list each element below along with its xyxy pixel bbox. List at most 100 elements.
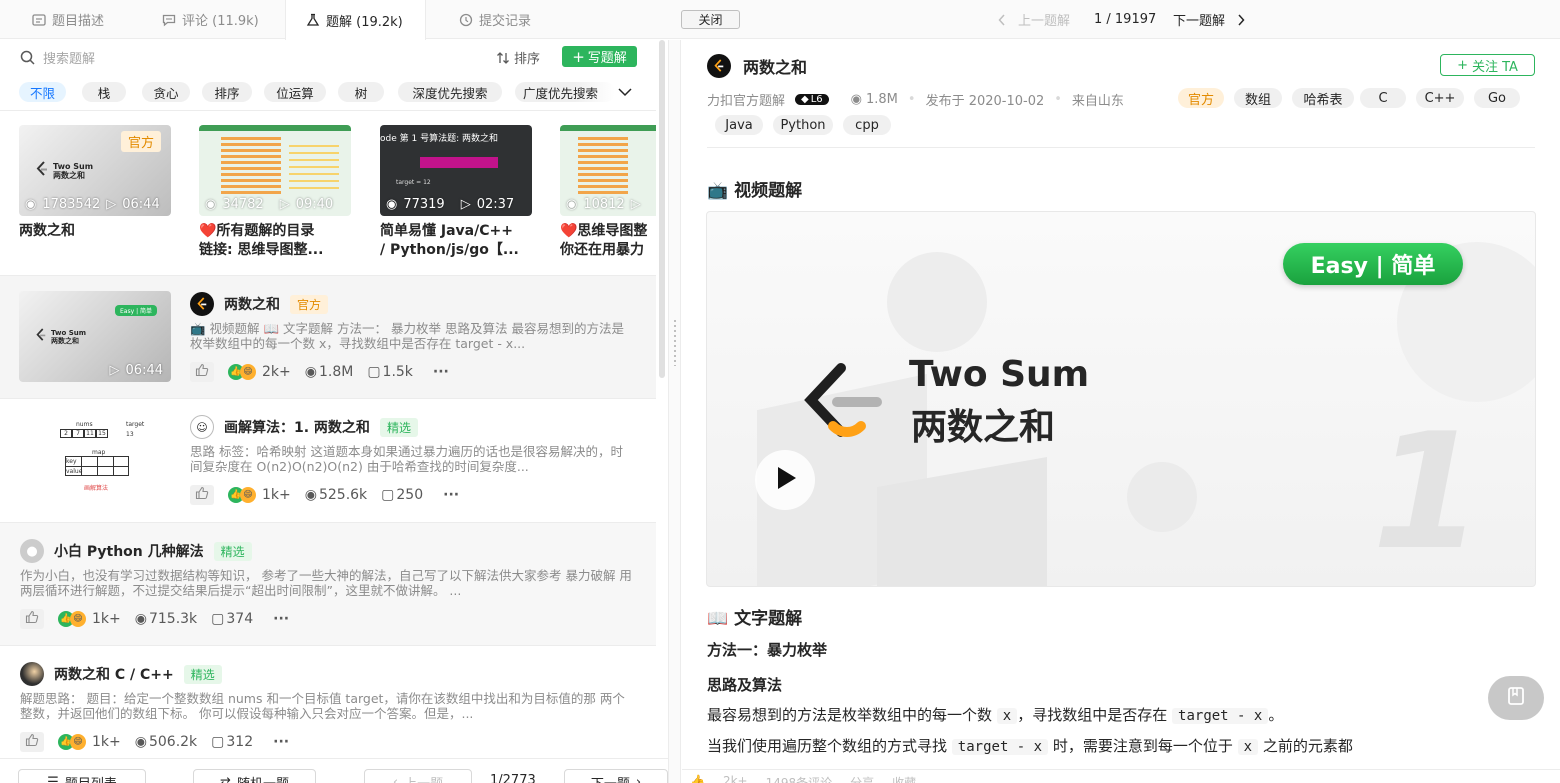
plus-icon: +	[572, 47, 585, 66]
sketch-cell: 7	[72, 429, 84, 438]
filter-chip[interactable]: 贪心	[142, 82, 190, 102]
video-meta: ◉ 77319 ▷ 02:37	[386, 197, 514, 212]
notes-button[interactable]	[1488, 676, 1544, 720]
tag-chip[interactable]: 官方	[1178, 88, 1224, 108]
video-card[interactable]: ode 第 1 号算法题: 两数之和 target = 12 ◉ 77319 ▷ 0…	[380, 125, 532, 260]
like-button[interactable]	[20, 609, 44, 629]
solution-title[interactable]: 小白 Python 几种解法	[54, 541, 204, 561]
thumb-up-icon	[25, 733, 39, 751]
follow-label: 关注 TA	[1471, 59, 1518, 75]
more-icon[interactable]: ···	[433, 364, 449, 380]
comment-count: 374	[226, 611, 254, 627]
solution-item[interactable]: nums target 2 7 11 15 13 map key value 画…	[0, 399, 656, 522]
sort-button[interactable]: 排序	[496, 48, 540, 67]
more-icon[interactable]: ···	[273, 734, 289, 750]
tag-chip[interactable]: Go	[1474, 88, 1520, 108]
filter-chip[interactable]: 广度优先搜索	[515, 82, 615, 102]
tag-chip[interactable]: C++	[1416, 88, 1464, 108]
eye-icon: ◉	[134, 734, 147, 750]
filter-chip[interactable]: 栈	[82, 82, 126, 102]
like-button[interactable]	[190, 362, 214, 382]
random-problem-button[interactable]: ⇄ 随机一题	[193, 769, 316, 783]
inline-code: x	[1237, 739, 1259, 755]
reaction-icons: 👍 😄	[58, 734, 86, 750]
search-box[interactable]: 搜索题解	[20, 48, 95, 67]
favorite-button[interactable]: 收藏	[892, 774, 916, 783]
author-name[interactable]: 力扣官方题解	[707, 90, 785, 109]
like-button[interactable]	[20, 732, 44, 752]
scrollbar-thumb[interactable]	[659, 40, 665, 378]
like-button[interactable]	[190, 485, 214, 505]
view-count: 1.8M	[318, 364, 354, 380]
filter-chip[interactable]: 树	[338, 82, 384, 102]
like-button[interactable]: 👍	[690, 774, 705, 783]
video-card[interactable]: ◉ 34782 ▷ 09:40 ❤️所有题解的目录 链接: 思维导图整...	[199, 125, 351, 260]
tag-chip[interactable]: Java	[715, 115, 763, 135]
write-solution-button[interactable]: + 写题解	[562, 46, 637, 67]
more-icon[interactable]: ···	[443, 487, 459, 503]
avatar: ☺	[190, 415, 214, 439]
video-thumbnail: ◉ 34782 ▷ 09:40	[199, 125, 351, 216]
filter-chip[interactable]: 排序	[202, 82, 252, 102]
solution-stats: 👍 😄 1k+ ◉ 715.3k ▢ 374 ···	[20, 609, 289, 629]
chevron-left-icon	[998, 13, 1006, 26]
share-button[interactable]: 分享	[850, 774, 874, 783]
filter-chip[interactable]: 位运算	[264, 82, 326, 102]
prev-problem-button[interactable]: ‹ 上一题	[364, 769, 472, 783]
featured-badge: 精选	[213, 541, 252, 561]
video-player[interactable]: 1 Easy | 简单 Two Sum 两数之和	[706, 211, 1536, 587]
play-icon: ▷	[630, 197, 641, 212]
thumb-up-icon	[195, 486, 209, 504]
sketch-thumbnail: nums target 2 7 11 15 13 map key value 画…	[58, 421, 144, 492]
video-title-en: Two Sum	[909, 354, 1090, 395]
play-button[interactable]	[755, 450, 815, 510]
panel-splitter[interactable]	[668, 40, 681, 783]
scrollbar[interactable]	[657, 40, 667, 380]
diamond-icon: ◆	[801, 94, 809, 105]
filter-chip[interactable]: 深度优先搜索	[398, 82, 502, 102]
solution-item[interactable]: ● 小白 Python 几种解法 精选 作为小白，也没有学习过数据结构等知识， …	[0, 523, 656, 645]
prev-solution-button[interactable]: 上一题解	[998, 0, 1070, 39]
video-meta: ◉ 34782 ▷ 09:40	[205, 197, 333, 212]
comment-icon	[162, 13, 176, 27]
comment-count[interactable]: 1498条评论	[766, 774, 833, 783]
tab-description[interactable]: 题目描述	[32, 0, 104, 39]
video-card[interactable]: ◉ 10812 ▷ ❤️思维导图整 你还在用暴力	[560, 125, 656, 260]
tag-chip[interactable]: cpp	[843, 115, 891, 135]
video-card[interactable]: 官方 Two Sum 两数之和 ◉ 1783542 ▷ 06:44 两数之和	[19, 125, 171, 260]
like-count: 2k+	[722, 774, 748, 783]
tab-submissions[interactable]: 提交记录	[459, 0, 531, 39]
tab-comments[interactable]: 评论 (11.9k)	[162, 0, 259, 39]
like-count: 1k+	[92, 734, 121, 750]
solution-title[interactable]: 两数之和	[224, 294, 280, 314]
play-icon	[772, 465, 798, 495]
level-badge: ◆ L6	[795, 94, 829, 105]
filter-chip-all[interactable]: 不限	[19, 82, 66, 102]
thumb-line: Two Sum	[53, 162, 94, 171]
close-button[interactable]: 关闭	[681, 10, 740, 29]
inline-code: x	[996, 708, 1018, 724]
thumb-up-icon	[195, 363, 209, 381]
tab-label: 题解 (19.2k)	[326, 14, 403, 30]
official-badge: 官方	[120, 131, 161, 152]
tab-solutions[interactable]: 题解 (19.2k)	[285, 0, 426, 40]
solution-title[interactable]: 两数之和 C / C++	[54, 664, 174, 684]
solution-item[interactable]: 两数之和 C / C++ 精选 解题思路： 题目：给定一个整数数组 nums 和…	[0, 646, 656, 768]
solution-title[interactable]: 画解算法：1. 两数之和	[224, 417, 370, 437]
chevron-down-icon[interactable]	[617, 84, 633, 100]
tag-chip[interactable]: Python	[773, 115, 833, 135]
featured-badge: 精选	[379, 417, 418, 437]
decor-circle	[887, 252, 987, 352]
follow-button[interactable]: + 关注 TA	[1440, 54, 1535, 76]
next-solution-button[interactable]: 下一题解	[1173, 0, 1245, 39]
problem-number: 1	[1372, 398, 1484, 585]
tag-chip[interactable]: C	[1360, 88, 1406, 108]
search-placeholder: 搜索题解	[43, 52, 96, 67]
problem-list-button[interactable]: ☰ 题目列表	[18, 769, 146, 783]
tag-chip[interactable]: 哈希表	[1292, 88, 1354, 108]
solution-item[interactable]: Easy | 简单 Two Sum 两数之和 ▷ 06:44 两数之和 官方 📺 视…	[0, 276, 656, 398]
more-icon[interactable]: ···	[273, 611, 289, 627]
next-problem-button[interactable]: 下一题 ›	[564, 769, 668, 783]
divider	[707, 147, 1535, 148]
tag-chip[interactable]: 数组	[1234, 88, 1282, 108]
